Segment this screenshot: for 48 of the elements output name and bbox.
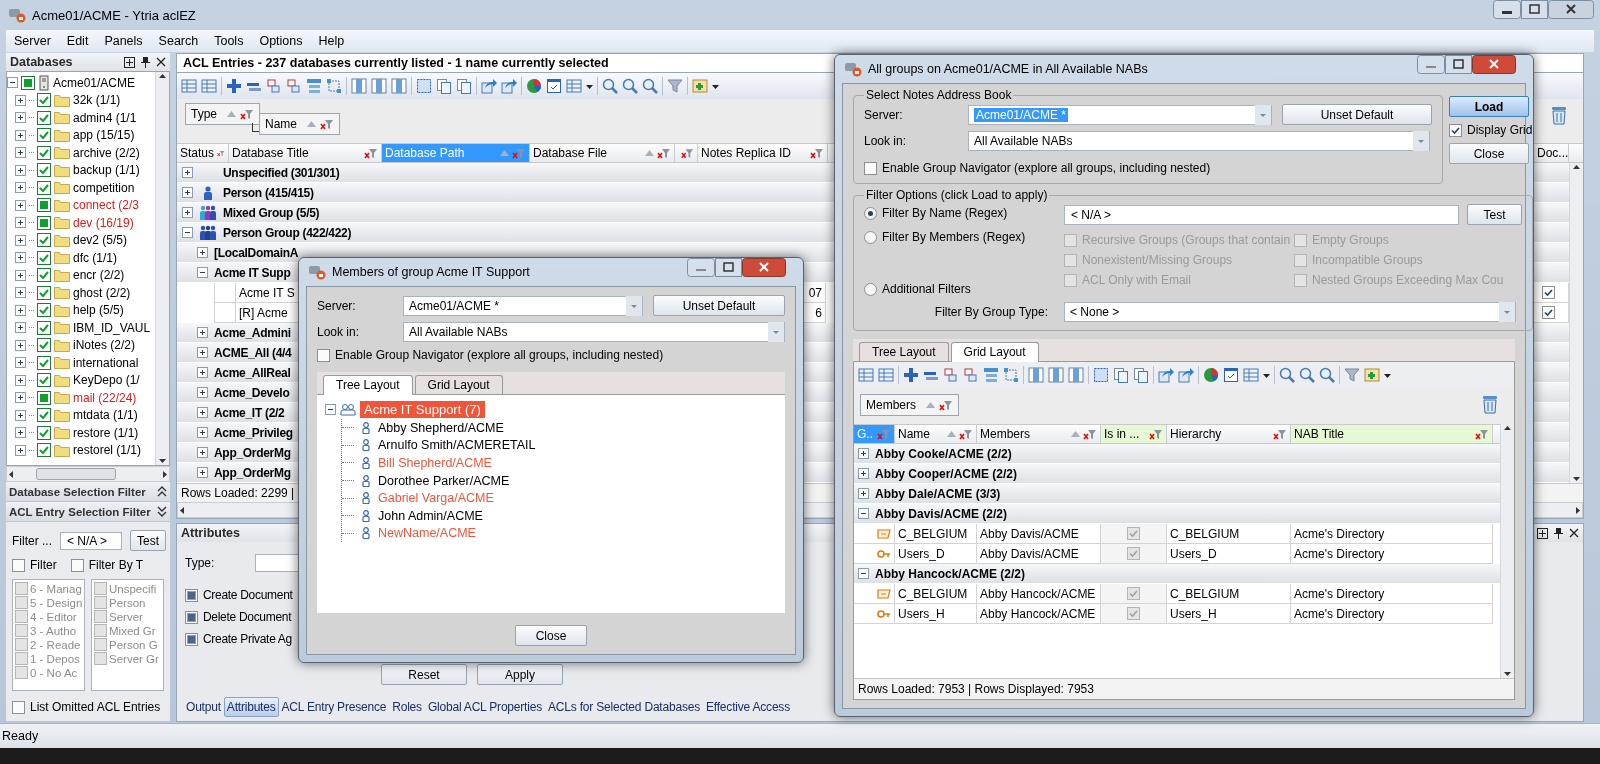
table-cell: Acme's Directory bbox=[1291, 604, 1493, 624]
checkbox-label: Filter By T bbox=[88, 558, 144, 572]
checkbox-label: 6 - Manag bbox=[30, 582, 82, 595]
checkbox-label: Incompatible Groups bbox=[1312, 253, 1423, 267]
panel-title: Databases bbox=[10, 55, 73, 69]
radio-label: Additional Filters bbox=[882, 282, 971, 296]
checkbox-label: Person G bbox=[109, 638, 158, 651]
group-title: Filter Options (click Load to apply) bbox=[865, 188, 1049, 202]
checkbox-label: Enable Group Navigator (explore all groups, including nested) bbox=[882, 161, 1211, 175]
checkbox-label: Enable Group Navigator (explore all groups, including nested) bbox=[335, 348, 664, 362]
checkbox-label: Filter bbox=[30, 558, 57, 572]
group-title: Select Notes Address Book bbox=[865, 88, 1013, 102]
checkbox-label: Unspecifi bbox=[109, 582, 157, 595]
field-label: Look in: bbox=[864, 134, 908, 148]
checkbox-label: 0 - No Ac bbox=[30, 666, 78, 679]
checkbox-label: 2 - Reade bbox=[30, 638, 81, 651]
checkbox-label: Person bbox=[109, 596, 146, 609]
field-label: Filter By Group Type: bbox=[933, 305, 1049, 319]
dialog-title: Members of group Acme IT Support bbox=[332, 265, 530, 279]
checkbox-label: Create Private Ag bbox=[203, 632, 292, 646]
checkbox-label: 4 - Editor bbox=[30, 610, 77, 623]
status-text: Rows Loaded: 2299 | bbox=[181, 486, 295, 500]
checkbox-label: Mixed Gr bbox=[109, 624, 156, 637]
checkbox-label: Delete Document bbox=[203, 610, 292, 624]
checkbox-label: Display Grid bbox=[1467, 123, 1533, 137]
checkbox-label: Server bbox=[109, 610, 143, 623]
checkbox-label: Nested Groups Exceeding Max Cou bbox=[1312, 273, 1504, 287]
window-title: Acme01/ACME - Ytria aclEZ bbox=[32, 7, 196, 23]
field-label: Filter ... bbox=[12, 533, 52, 548]
checkbox-label: ACL Only with Email bbox=[1082, 273, 1191, 287]
checkbox-label: 3 - Autho bbox=[30, 624, 77, 637]
checkbox-label: List Omitted ACL Entries bbox=[30, 700, 161, 714]
checkbox-label: Create Document bbox=[203, 588, 293, 602]
radio-label: Filter By Name (Regex) bbox=[882, 206, 1008, 220]
dialog-title: All groups on Acme01/ACME in All Available NABs bbox=[868, 62, 1148, 76]
table-cell: Users_H bbox=[895, 604, 977, 624]
checkbox-label: Server Gr bbox=[109, 652, 159, 665]
panel-title: Attributes bbox=[181, 526, 241, 540]
status-text: Ready bbox=[2, 729, 39, 743]
checkbox-label: Nonexistent/Missing Groups bbox=[1082, 253, 1233, 267]
field-label: Type: bbox=[185, 556, 216, 570]
checkbox-label: 1 - Depos bbox=[30, 652, 80, 665]
radio-label: Filter By Members (Regex) bbox=[882, 230, 1026, 244]
status-text: Rows Loaded: 7953 | Rows Displayed: 7953 bbox=[858, 682, 1094, 696]
field-label: Look in: bbox=[317, 325, 361, 339]
field-label: Server: bbox=[864, 107, 904, 122]
checkbox-label: 5 - Design bbox=[30, 596, 83, 609]
table-cell: Users_H bbox=[1167, 604, 1291, 624]
